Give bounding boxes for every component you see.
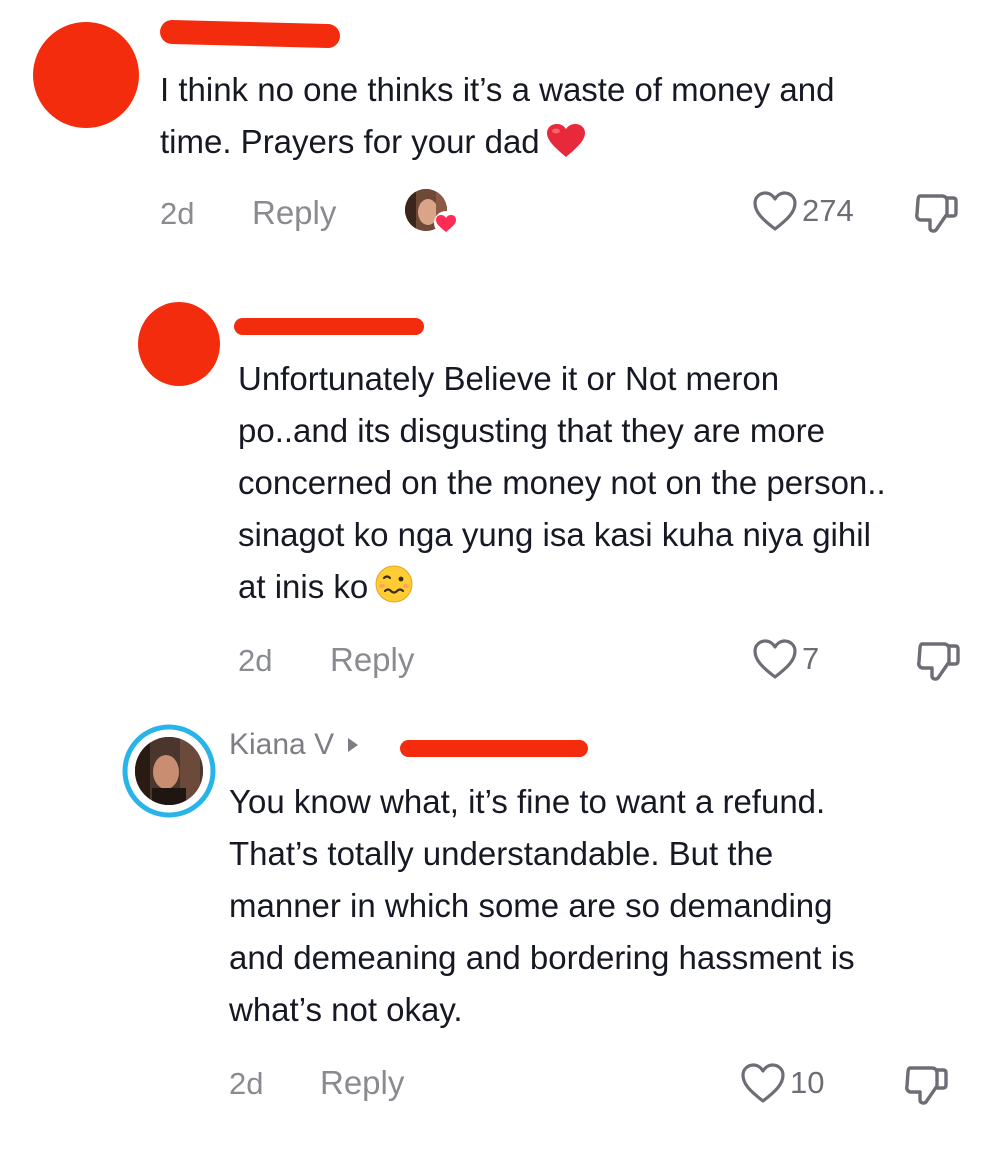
comment-line: Unfortunately Believe it or Not meron (238, 360, 780, 397)
like-count: 7 (802, 641, 820, 676)
dislike-button[interactable] (912, 190, 960, 241)
comment-age: 2d (229, 1066, 264, 1101)
like-button[interactable]: 10 (740, 1062, 824, 1104)
comment-age: 2d (160, 196, 195, 231)
heart-outline-icon (741, 1063, 785, 1103)
comment-line: and demeaning and bordering hassment is (229, 939, 855, 976)
username-label: Kiana V (229, 728, 335, 761)
avatar[interactable] (122, 724, 216, 818)
redacted-username[interactable] (400, 740, 588, 757)
redacted-username[interactable] (234, 318, 424, 335)
dislike-button[interactable] (902, 1062, 950, 1113)
comment-text: I think no one thinks it’s a waste of mo… (160, 64, 834, 174)
heart-outline-icon (753, 639, 797, 679)
like-button[interactable]: 7 (752, 638, 819, 680)
reply-arrow-icon (348, 738, 359, 752)
comment-age: 2d (238, 643, 273, 678)
comment-text: You know what, it’s fine to want a refun… (229, 776, 855, 1036)
comment-line: I think no one thinks it’s a waste of mo… (160, 71, 835, 108)
comment-line: manner in which some are so demanding (229, 887, 833, 924)
creator-liked-avatar-icon (404, 186, 460, 238)
comment-line: That’s totally understandable. But the (229, 835, 774, 872)
dislike-button[interactable] (914, 638, 962, 689)
redacted-avatar[interactable] (138, 302, 220, 386)
comment-text: Unfortunately Believe it or Not meron po… (238, 353, 886, 619)
like-count: 274 (802, 193, 854, 228)
comment-line: po..and its disgusting that they are mor… (238, 412, 826, 449)
redacted-avatar[interactable] (33, 22, 139, 128)
woozy-face-icon (374, 564, 414, 619)
comment-line: what’s not okay. (229, 991, 463, 1028)
comment-line: time. Prayers for your dad (160, 123, 540, 160)
redacted-username[interactable] (159, 19, 341, 49)
comment-line: at inis ko (238, 568, 369, 605)
comment-line: concerned on the money not on the person… (238, 464, 886, 501)
comment-line: sinagot ko nga yung isa kasi kuha niya g… (238, 516, 871, 553)
comment-line: You know what, it’s fine to want a refun… (229, 783, 826, 820)
thumbs-down-icon (917, 642, 960, 681)
heart-outline-icon (753, 191, 797, 231)
reply-button[interactable]: Reply (330, 641, 414, 679)
like-count: 10 (790, 1065, 825, 1100)
reply-button[interactable]: Reply (320, 1064, 404, 1102)
reply-button[interactable]: Reply (252, 194, 336, 232)
thumbs-down-icon (905, 1066, 948, 1105)
thumbs-down-icon (915, 194, 958, 233)
red-heart-icon (546, 122, 586, 174)
comment-author[interactable]: Kiana V (229, 728, 359, 762)
like-button[interactable]: 274 (752, 190, 854, 232)
